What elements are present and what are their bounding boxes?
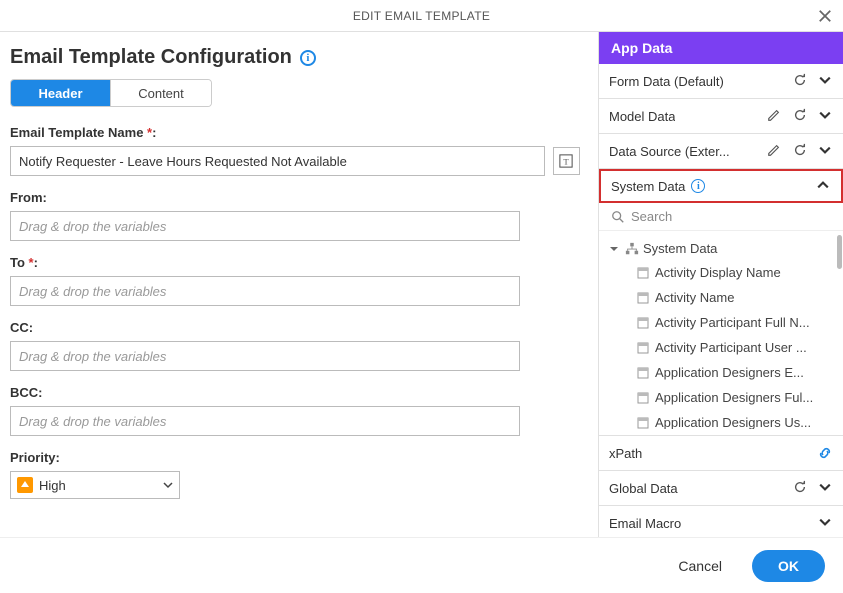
scrollbar[interactable]	[837, 235, 842, 269]
tree-leaf[interactable]: Activity Participant User ...	[637, 335, 839, 360]
priority-label: Priority:	[10, 450, 580, 465]
priority-select[interactable]: High	[10, 471, 180, 499]
refresh-icon[interactable]	[793, 73, 809, 89]
refresh-icon[interactable]	[793, 108, 809, 124]
page-title: Email Template Configuration	[10, 46, 292, 69]
tree-leaf[interactable]: Activity Display Name	[637, 260, 839, 285]
modal-title: EDIT EMAIL TEMPLATE	[353, 9, 490, 23]
tree-leaf[interactable]: Application Designers Ful...	[637, 385, 839, 410]
tree-node-system-data[interactable]: System Data	[609, 237, 839, 260]
hierarchy-icon	[625, 242, 639, 256]
chevron-down-icon	[163, 480, 173, 490]
chevron-down-icon	[819, 144, 833, 158]
refresh-icon[interactable]	[793, 480, 809, 496]
template-name-label: Email Template Name *:	[10, 125, 580, 140]
field-icon	[637, 417, 649, 429]
field-icon	[637, 392, 649, 404]
field-icon	[637, 342, 649, 354]
tree-leaf[interactable]: Application Designers E...	[637, 360, 839, 385]
text-variable-icon[interactable]: T	[553, 147, 580, 175]
field-icon	[637, 317, 649, 329]
from-label: From:	[10, 190, 580, 205]
accordion-email-macro[interactable]: Email Macro	[599, 506, 843, 537]
tree-leaf[interactable]: Activity Name	[637, 285, 839, 310]
edit-icon[interactable]	[767, 143, 783, 159]
info-icon[interactable]: i	[691, 179, 705, 193]
ok-button[interactable]: OK	[752, 550, 825, 582]
chevron-down-icon	[819, 516, 833, 530]
cancel-button[interactable]: Cancel	[668, 550, 732, 582]
accordion-system-data[interactable]: System Data i	[599, 169, 843, 203]
accordion-global-data[interactable]: Global Data	[599, 471, 843, 505]
accordion-xpath[interactable]: xPath	[599, 436, 843, 470]
chevron-down-icon	[819, 109, 833, 123]
chevron-down-icon	[819, 74, 833, 88]
field-icon	[637, 292, 649, 304]
refresh-icon[interactable]	[793, 143, 809, 159]
bcc-input[interactable]	[10, 406, 520, 436]
edit-icon[interactable]	[767, 108, 783, 124]
tab-header[interactable]: Header	[11, 80, 111, 106]
search-icon	[611, 210, 625, 224]
chevron-down-icon	[819, 481, 833, 495]
template-name-input[interactable]	[10, 146, 545, 176]
bcc-label: BCC:	[10, 385, 580, 400]
field-icon	[637, 267, 649, 279]
priority-value: High	[39, 478, 66, 493]
accordion-form-data[interactable]: Form Data (Default)	[599, 64, 843, 98]
field-icon	[637, 367, 649, 379]
to-label: To *:	[10, 255, 580, 270]
tree-collapse-icon[interactable]	[609, 244, 621, 254]
app-data-header: App Data	[599, 32, 843, 64]
cc-input[interactable]	[10, 341, 520, 371]
tabs: Header Content	[10, 79, 212, 107]
tree-leaf[interactable]: Activity Participant Full N...	[637, 310, 839, 335]
tree-leaf[interactable]: Application Designers Us...	[637, 410, 839, 429]
close-icon[interactable]	[815, 6, 835, 26]
to-input[interactable]	[10, 276, 520, 306]
accordion-data-source[interactable]: Data Source (Exter...	[599, 134, 843, 168]
link-icon[interactable]	[817, 445, 833, 461]
priority-high-icon	[17, 477, 33, 493]
cc-label: CC:	[10, 320, 580, 335]
info-icon[interactable]: i	[300, 50, 316, 66]
tab-content[interactable]: Content	[111, 80, 211, 106]
chevron-up-icon	[817, 179, 831, 193]
from-input[interactable]	[10, 211, 520, 241]
accordion-model-data[interactable]: Model Data	[599, 99, 843, 133]
search-input[interactable]	[631, 209, 833, 224]
svg-text:T: T	[564, 157, 570, 167]
